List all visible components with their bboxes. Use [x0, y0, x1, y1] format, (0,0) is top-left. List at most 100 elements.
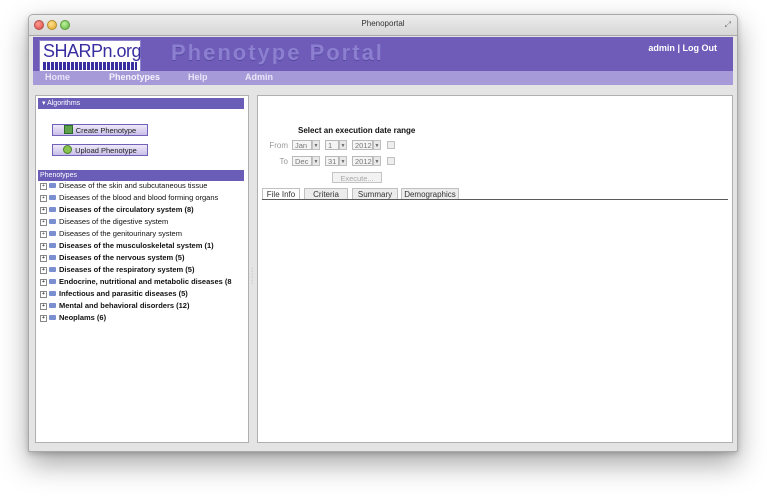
panel-splitter-handle[interactable]: · · · · · · — [251, 265, 253, 287]
to-day-select[interactable]: 31 ▼ — [325, 156, 347, 166]
to-calendar-icon[interactable] — [387, 157, 395, 165]
tree-item-label: Neoplams (6) — [59, 313, 107, 322]
tree-item[interactable]: + Diseases of the genitourinary system — [40, 228, 246, 240]
user-separator: | — [677, 43, 680, 53]
algorithms-header[interactable]: ▾ Algorithms — [38, 98, 244, 109]
tree-item[interactable]: + Neoplams (6) — [40, 312, 246, 324]
execution-range-title: Select an execution date range — [298, 126, 416, 135]
expand-icon[interactable]: + — [40, 303, 47, 310]
nav-admin[interactable]: Admin — [245, 72, 273, 82]
tree-item-label: Diseases of the respiratory system (5) — [59, 265, 195, 274]
from-day-value: 1 — [328, 141, 333, 150]
tree-item[interactable]: + Diseases of the musculoskeletal system … — [40, 240, 246, 252]
tree-item-label: Diseases of the blood and blood forming … — [59, 193, 219, 202]
expand-icon[interactable]: + — [40, 219, 47, 226]
from-year-value: 2012 — [355, 141, 372, 150]
folder-icon — [49, 303, 56, 308]
tree-item-label: Diseases of the nervous system (5) — [59, 253, 185, 262]
expand-icon[interactable]: + — [40, 267, 47, 274]
expand-icon[interactable]: + — [40, 243, 47, 250]
dropdown-arrow-icon: ▼ — [339, 140, 347, 150]
tree-item[interactable]: + Mental and behavioral disorders (12) — [40, 300, 246, 312]
tree-item[interactable]: + Diseases of the blood and blood forming… — [40, 192, 246, 204]
portal-title: Phenotype Portal — [171, 40, 384, 65]
folder-icon — [49, 183, 56, 188]
dropdown-arrow-icon: ▼ — [312, 156, 320, 166]
create-phenotype-button[interactable]: Create Phenotype — [52, 124, 148, 136]
folder-icon — [49, 267, 56, 272]
create-phenotype-label: Create Phenotype — [75, 126, 137, 135]
from-calendar-icon[interactable] — [387, 141, 395, 149]
expand-icon[interactable]: + — [40, 195, 47, 202]
tree-item[interactable]: + Diseases of the circulatory system (8) — [40, 204, 246, 216]
window-title: Phenoportal — [361, 19, 405, 28]
logo-graphic — [43, 62, 137, 70]
folder-icon — [49, 207, 56, 212]
tree-item-label: Infectious and parasitic diseases (5) — [59, 289, 188, 298]
tree-item[interactable]: + Infectious and parasitic diseases (5) — [40, 288, 246, 300]
folder-icon — [49, 279, 56, 284]
expand-icon[interactable]: + — [40, 231, 47, 238]
upload-phenotype-label: Upload Phenotype — [75, 146, 137, 155]
tree-item-label: Endocrine, nutritional and metabolic dis… — [59, 277, 232, 286]
tree-item[interactable]: + Diseases of the digestive system — [40, 216, 246, 228]
to-year-select[interactable]: 2012 ▼ — [352, 156, 381, 166]
tree-item[interactable]: + Diseases of the nervous system (5) — [40, 252, 246, 264]
to-day-value: 31 — [328, 157, 337, 166]
main-nav: Home Phenotypes Help Admin — [33, 71, 733, 85]
to-year-value: 2012 — [355, 157, 372, 166]
tab-strip-divider — [262, 199, 728, 200]
expand-icon[interactable]: + — [40, 315, 47, 322]
to-month-select[interactable]: Dec ▼ — [292, 156, 320, 166]
user-area: admin | Log Out — [648, 43, 717, 53]
logo-text: SHARPn.org — [43, 41, 142, 61]
tree-item-label: Diseases of the genitourinary system — [59, 229, 182, 238]
folder-icon — [49, 315, 56, 320]
from-month-select[interactable]: Jan ▼ — [292, 140, 320, 150]
create-icon — [63, 125, 73, 134]
phenotype-tree: + Disease of the skin and subcutaneous ti… — [40, 180, 246, 324]
folder-icon — [49, 255, 56, 260]
algorithms-header-label: Algorithms — [47, 100, 81, 107]
tree-item[interactable]: + Disease of the skin and subcutaneous ti… — [40, 180, 246, 192]
nav-help[interactable]: Help — [188, 72, 208, 82]
tree-item[interactable]: + Endocrine, nutritional and metabolic di… — [40, 276, 246, 288]
expand-icon[interactable]: + — [40, 279, 47, 286]
right-panel: Select an execution date range From Jan ▼… — [257, 95, 733, 443]
fullscreen-icon[interactable]: ⤢ — [725, 20, 731, 30]
title-bar: Phenoportal ⤢ — [29, 15, 737, 36]
to-label: To — [279, 157, 288, 166]
nav-phenotypes[interactable]: Phenotypes — [109, 72, 160, 82]
expand-icon[interactable]: + — [40, 255, 47, 262]
from-month-value: Jan — [295, 141, 308, 150]
tree-item-label: Diseases of the digestive system — [59, 217, 169, 226]
nav-home[interactable]: Home — [45, 72, 70, 82]
from-label: From — [269, 141, 288, 150]
upload-phenotype-button[interactable]: Upload Phenotype — [52, 144, 148, 156]
dropdown-arrow-icon: ▼ — [339, 156, 347, 166]
expand-icon[interactable]: + — [40, 183, 47, 190]
tree-item-label: Disease of the skin and subcutaneous tis… — [59, 181, 208, 190]
expand-icon[interactable]: + — [40, 291, 47, 298]
execute-button[interactable]: Execute... — [332, 172, 382, 183]
tree-item-label: Mental and behavioral disorders (12) — [59, 301, 190, 310]
dropdown-arrow-icon: ▼ — [373, 140, 381, 150]
to-month-value: Dec — [295, 157, 309, 166]
folder-icon — [49, 219, 56, 224]
browser-window: Phenoportal ⤢ SHARPn.org Phenotype Porta… — [28, 14, 738, 452]
from-year-select[interactable]: 2012 ▼ — [352, 140, 381, 150]
folder-icon — [49, 231, 56, 236]
tree-item[interactable]: + Diseases of the respiratory system (5) — [40, 264, 246, 276]
upload-icon — [63, 145, 73, 154]
tree-item-label: Diseases of the circulatory system (8) — [59, 205, 194, 214]
from-day-select[interactable]: 1 ▼ — [325, 140, 347, 150]
dropdown-arrow-icon: ▼ — [312, 140, 320, 150]
username: admin — [648, 43, 675, 53]
folder-icon — [49, 243, 56, 248]
expand-icon[interactable]: + — [40, 207, 47, 214]
folder-icon — [49, 195, 56, 200]
tree-item-label: Diseases of the musculoskeletal system (… — [59, 241, 214, 250]
folder-icon — [49, 291, 56, 296]
logout-link[interactable]: Log Out — [683, 43, 718, 53]
left-panel: ▾ Algorithms Create Phenotype Upload Phe… — [35, 95, 249, 443]
